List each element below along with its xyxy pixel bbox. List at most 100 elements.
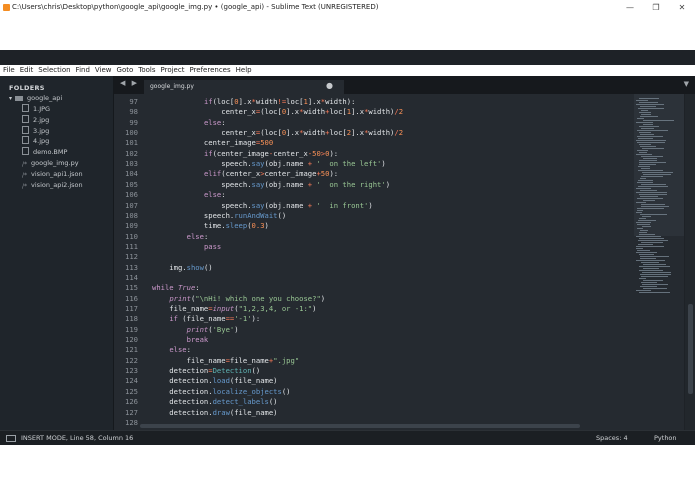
minimap-line [637, 208, 664, 209]
minimap-line [641, 276, 668, 277]
code-line[interactable]: elif(center_x>center_image+50): [152, 169, 338, 178]
unsaved-dot-icon[interactable]: ● [326, 80, 333, 92]
code-line[interactable]: center_x=(loc[0].x*width+loc[2].x*width)… [152, 128, 403, 137]
code-line[interactable]: else: [152, 190, 226, 199]
scrollbar-thumb[interactable] [688, 304, 693, 394]
code-line[interactable]: else: [152, 232, 209, 241]
code-line[interactable]: file_name=file_name+".jpg" [152, 356, 300, 365]
code-line[interactable]: else: [152, 345, 191, 354]
code-line[interactable]: break [152, 335, 209, 344]
code-line[interactable]: print("\nHi! which one you choose?") [152, 294, 325, 303]
minimize-button[interactable]: — [618, 0, 642, 15]
file-label: 4.jpg [33, 137, 50, 146]
minimap-line [641, 282, 657, 283]
tab-google-img[interactable]: google_img.py ● [144, 80, 344, 94]
line-number: 109 [125, 221, 138, 231]
code-line[interactable]: speech.say(obj.name + ' in front') [152, 201, 372, 210]
panel-toggle-icon[interactable] [6, 435, 16, 442]
minimap-line [636, 192, 667, 193]
minimap-line [640, 106, 656, 107]
tab-menu-icon[interactable]: ▼ [684, 80, 689, 88]
code-line[interactable]: img.show() [152, 263, 212, 272]
code-line[interactable]: if(center_image-center_x-50>0): [152, 149, 338, 158]
minimap-line [641, 114, 651, 115]
menu-help[interactable]: Help [236, 66, 252, 74]
code-line[interactable]: while True: [152, 283, 200, 292]
minimap-line [640, 258, 656, 259]
line-number: 111 [125, 241, 138, 251]
horizontal-scrollbar[interactable] [140, 424, 580, 428]
minimap-line [640, 196, 658, 197]
code-line[interactable]: if(loc[0].x*width!=loc[1].x*width): [152, 97, 355, 106]
folder-google-api[interactable]: ▾ google_api [9, 93, 62, 103]
minimap-line [636, 222, 651, 223]
sidebar-file-item[interactable]: 2.jpg [22, 114, 49, 125]
syntax-selector[interactable]: Python [654, 431, 677, 445]
code-line[interactable]: detection.draw(file_name) [152, 408, 277, 417]
line-number: 97 [129, 97, 138, 106]
code-line[interactable]: file_name=input("1,2,3,4, or -1:") [152, 304, 316, 313]
line-number: 128 [125, 417, 138, 427]
minimap-line [639, 112, 651, 113]
minimap-line [641, 128, 654, 129]
sidebar-file-item[interactable]: /* vision_api1.json [22, 169, 83, 179]
minimap-line [643, 174, 671, 175]
line-number: 113 [125, 262, 138, 272]
line-number: 114 [125, 272, 138, 282]
menu-project[interactable]: Project [161, 66, 185, 74]
code-line[interactable]: center_image=500 [152, 138, 273, 147]
minimap-line [639, 254, 654, 255]
code-editor[interactable]: 97 98 99 100 101 102 103 104 105 106 107 108 109 110 1… [114, 94, 634, 430]
minimap-line [638, 108, 664, 109]
file-label: vision_api1.json [31, 169, 83, 178]
sublime-app-icon [3, 4, 10, 11]
code-line[interactable]: detection.detect_labels() [152, 397, 277, 406]
code-line[interactable]: pass [152, 242, 221, 251]
menu-find[interactable]: Find [76, 66, 90, 74]
menu-tools[interactable]: Tools [138, 66, 155, 74]
menu-view[interactable]: View [95, 66, 112, 74]
code-line[interactable]: time.sleep(0.3) [152, 221, 269, 230]
code-line[interactable]: if (file_name=='-1'): [152, 314, 260, 323]
sidebar-file-item[interactable]: 3.jpg [22, 125, 50, 136]
code-line[interactable]: speech.runAndWait() [152, 211, 286, 220]
code-line[interactable]: speech.say(obj.name + ' on the right') [152, 180, 390, 189]
line-number: 101 [125, 138, 138, 148]
file-label: 3.jpg [33, 126, 50, 135]
code-line[interactable]: center_x=(loc[0].x*width+loc[1].x*width)… [152, 107, 403, 116]
sidebar-file-item[interactable]: /* google_img.py [22, 158, 79, 168]
minimap-line [641, 206, 669, 207]
menu-preferences[interactable]: Preferences [189, 66, 230, 74]
line-number: 105 [125, 179, 138, 189]
file-icon [22, 104, 29, 112]
minimap-line [639, 266, 670, 267]
menu-goto[interactable]: Goto [117, 66, 134, 74]
menu-file[interactable]: File [3, 66, 15, 74]
tab-nav-arrows[interactable]: ◀ ▶ [120, 79, 139, 87]
folder-icon [15, 96, 24, 101]
menu-selection[interactable]: Selection [38, 66, 70, 74]
minimap-line [639, 218, 646, 219]
menu-edit[interactable]: Edit [20, 66, 34, 74]
sidebar-file-item[interactable]: 4.jpg [22, 136, 49, 146]
maximize-button[interactable]: ❐ [644, 0, 668, 15]
sidebar-file-item[interactable]: 1.JPG [22, 104, 50, 114]
code-line[interactable]: speech.say(obj.name + ' on the left') [152, 159, 385, 168]
line-number: 121 [125, 345, 138, 355]
vertical-scrollbar[interactable] [685, 94, 695, 430]
code-line[interactable]: detection=Detection() [152, 366, 260, 375]
line-number: 106 [125, 190, 138, 200]
code-line[interactable]: print('Bye') [152, 325, 239, 334]
code-line[interactable]: else: [152, 118, 226, 127]
sidebar-file-item[interactable]: demo.BMP [22, 147, 67, 157]
line-number: 108 [125, 210, 138, 220]
minimap-line [637, 182, 653, 183]
minimap[interactable] [634, 94, 684, 430]
code-line[interactable]: detection.localize_objects() [152, 387, 290, 396]
sidebar-file-item[interactable]: /* vision_api2.json [22, 180, 83, 190]
code-line[interactable]: detection.load(file_name) [152, 376, 277, 385]
code-file-icon: /* [22, 182, 28, 190]
minimap-line [639, 270, 663, 271]
indentation-setting[interactable]: Spaces: 4 [596, 431, 628, 445]
close-button[interactable]: ✕ [670, 0, 694, 15]
